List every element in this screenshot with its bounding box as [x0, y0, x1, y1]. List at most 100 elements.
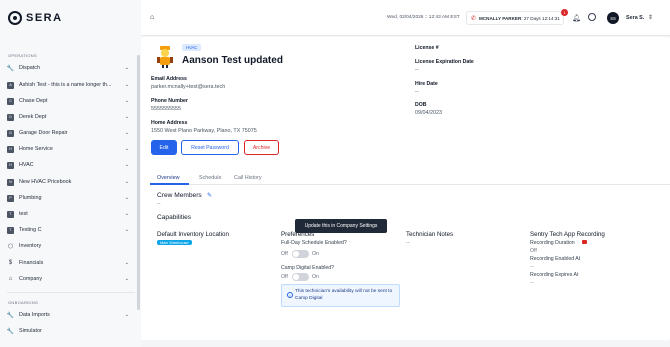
sidebar-item-label: Financials	[19, 260, 44, 266]
tab-call-history[interactable]: Call History	[234, 175, 262, 181]
toggle-on-label: On	[312, 251, 319, 257]
phone-value: 5555555555	[151, 106, 181, 112]
dob-value: 09/04/2023	[415, 110, 442, 116]
dept-badge: A	[7, 81, 14, 89]
info-icon: i	[287, 292, 293, 298]
wrench-icon: 🔧	[6, 312, 15, 319]
sera-logo-icon	[8, 11, 22, 25]
brand-logo[interactable]: SERA	[8, 11, 63, 25]
sidebar: SERA OPERATIONS 🔧 Dispatch ⌄ A Ashish Te…	[0, 0, 141, 347]
edit-button[interactable]: Edit	[151, 140, 177, 155]
top-header: ⌂ Wed, 02/04/2026 :: 12:43 AM EST ✆ MCNA…	[141, 0, 670, 36]
tab-overview[interactable]: Overview	[157, 175, 179, 181]
license-expiration-value: --	[415, 67, 419, 73]
chevron-down-icon: ⌄	[124, 276, 129, 282]
warehouse-badge: Main Warehouse	[157, 240, 192, 245]
chevron-down-icon: ⌄	[124, 98, 129, 104]
toggle-on-label: On	[312, 274, 319, 280]
company-settings-tooltip: Update this in Company Settings	[295, 219, 387, 233]
sidebar-item-new-hvac-pricebook[interactable]: N New HVAC Pricebook ⌄	[7, 176, 129, 188]
sidebar-item-label: test	[19, 211, 28, 217]
operations-section-label: OPERATIONS	[8, 53, 37, 58]
phone-label: Phone Number	[151, 98, 188, 104]
full-day-schedule-label: Full-Day Schedule Enabled?	[281, 240, 347, 246]
sidebar-item-label: Dispatch	[19, 65, 40, 71]
sidebar-item-company[interactable]: ⌂ Company ⌄	[7, 273, 129, 285]
avatar[interactable]: SS	[607, 12, 619, 24]
address-value: 1550 West Plano Parkway, Plano, TX 75075	[151, 128, 257, 134]
archive-button[interactable]: Archive	[244, 140, 279, 155]
profile-tabs: Overview Schedule Call History	[150, 173, 670, 185]
sidebar-item-garage-door-repair[interactable]: G Garage Door Repair ⌄	[7, 127, 129, 139]
sidebar-item-plumbing[interactable]: P Plumbing ⌄	[7, 192, 129, 204]
onboarding-section-label: ONBOARDING	[8, 300, 39, 305]
bell-icon[interactable]: 🔔︎	[572, 14, 581, 22]
clock-icon[interactable]	[588, 13, 596, 21]
sidebar-item-derek-dept[interactable]: D Derek Dept ⌄	[7, 111, 129, 123]
chevron-updown-icon[interactable]: ⇕	[648, 14, 653, 21]
sidebar-item-label: Simulator	[19, 328, 42, 334]
home-icon[interactable]: ⌂	[150, 14, 154, 21]
sidebar-item-ashish-test[interactable]: A Ashish Test - this is a name longer th…	[7, 79, 129, 91]
sidebar-item-label: Garage Door Repair	[19, 130, 68, 136]
building-icon: ⌂	[8, 276, 13, 282]
edit-icon[interactable]: ✎	[207, 192, 212, 199]
technician-notes-value: --	[406, 240, 410, 246]
sidebar-item-label: Ashish Test - this is a name longer th..…	[19, 82, 112, 88]
timer-name: MCNALLY PARKER	[479, 15, 522, 21]
tab-schedule[interactable]: Schedule	[199, 175, 221, 181]
dept-badge: N	[7, 178, 14, 186]
sidebar-item-label: Chase Dept	[19, 98, 48, 104]
camp-digital-toggle[interactable]	[292, 273, 309, 281]
chevron-down-icon: ⌄	[124, 65, 129, 71]
license-expiration-label: License Expiration Date	[415, 59, 474, 65]
dept-badge: T	[7, 210, 14, 218]
toggle-off-label: Off	[281, 274, 288, 280]
reset-password-button[interactable]: Reset Password	[181, 140, 239, 155]
sidebar-scrollbar[interactable]	[137, 55, 140, 310]
email-label: Email Address	[151, 76, 187, 82]
sidebar-item-label: Derek Dept	[19, 114, 47, 120]
dept-badge: P	[7, 194, 14, 202]
recording-expires-value: --	[530, 280, 534, 286]
camp-digital-label: Camp Digital Enabled?	[281, 265, 335, 271]
sidebar-item-hvac[interactable]: H HVAC ⌄	[7, 159, 129, 171]
box-icon: ⬡	[7, 243, 14, 250]
toggle-off-label: Off	[281, 251, 288, 257]
sidebar-item-home-service[interactable]: H Home Service ⌄	[7, 143, 129, 155]
full-day-schedule-toggle[interactable]	[292, 250, 309, 258]
sidebar-item-test[interactable]: T test ⌄	[7, 208, 129, 220]
sidebar-item-chase-dept[interactable]: C Chase Dept ⌄	[7, 95, 129, 107]
sidebar-divider	[7, 292, 135, 293]
sidebar-item-testing-c[interactable]: T Testing C ⌄	[7, 224, 129, 236]
brand-name: SERA	[26, 12, 63, 24]
sidebar-item-label: New HVAC Pricebook	[19, 179, 72, 185]
timer-duration: : 27 Days 12:14:31	[521, 15, 560, 21]
dept-badge: C	[7, 97, 14, 105]
email-value: parker.mcnally+test@sera.tech	[151, 84, 226, 90]
dept-badge: H	[7, 145, 14, 153]
phone-icon: ✆	[471, 15, 477, 22]
sidebar-item-inventory[interactable]: ⬡ Inventory	[7, 240, 129, 252]
sidebar-item-dispatch[interactable]: 🔧 Dispatch ⌄	[7, 62, 129, 74]
sidebar-item-label: Plumbing	[19, 195, 42, 201]
recording-enabled-value: --	[530, 264, 534, 270]
license-label: License #	[415, 45, 439, 51]
sidebar-item-data-imports[interactable]: 🔧 Data Imports ⌄	[7, 309, 129, 321]
active-call-timer[interactable]: ✆ MCNALLY PARKER : 27 Days 12:14:31	[466, 11, 564, 25]
sidebar-item-simulator[interactable]: 🔧 Simulator	[7, 325, 129, 337]
chevron-down-icon: ⌄	[124, 260, 129, 266]
sidebar-item-label: Inventory	[19, 243, 42, 249]
chevron-down-icon: ⌄	[124, 146, 129, 152]
sidebar-item-label: HVAC	[19, 162, 34, 168]
sidebar-item-financials[interactable]: $ Financials ⌄	[7, 257, 129, 269]
chevron-down-icon: ⌄	[124, 227, 129, 233]
chevron-down-icon: ⌄	[124, 179, 129, 185]
recording-title: Sentry Tech App Recording	[530, 231, 605, 238]
chevron-down-icon: ⌄	[124, 162, 129, 168]
recording-duration-label: Recording Duration	[530, 240, 575, 246]
wrench-icon: 🔧	[6, 65, 15, 72]
user-name[interactable]: Sera S.	[626, 15, 644, 21]
wrench-icon: 🔧	[6, 328, 15, 335]
dob-label: DOB	[415, 102, 427, 108]
